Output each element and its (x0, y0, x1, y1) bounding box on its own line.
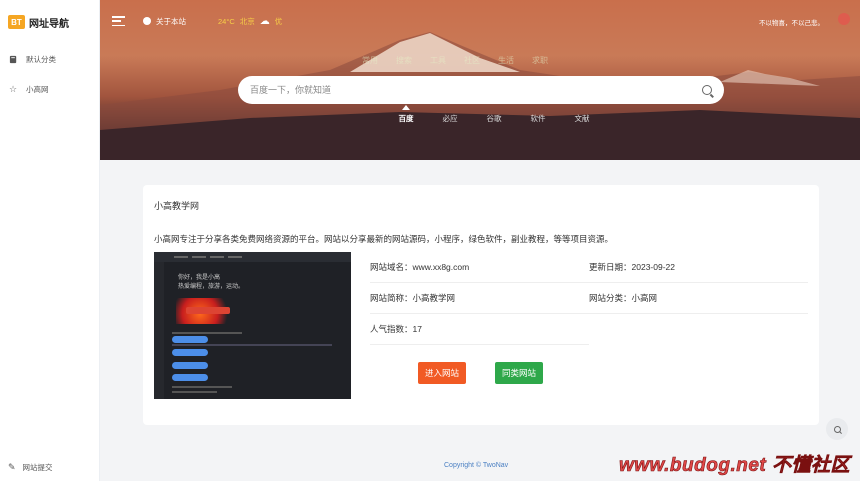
tab-engine-baidu[interactable]: 百度 (384, 105, 428, 124)
tab-engine-bing[interactable]: 必应 (428, 113, 472, 124)
update-label: 更新日期： (589, 262, 632, 272)
sidebar-item-submit-site[interactable]: ✎ 网站提交 (8, 462, 53, 473)
user-avatar-icon[interactable] (838, 13, 850, 25)
floating-search-button[interactable] (826, 418, 848, 440)
temperature: 24°C (218, 16, 235, 26)
popularity-label: 人气指数： (370, 324, 413, 334)
tab-engine-software[interactable]: 软件 (516, 113, 560, 124)
update-date: 2023-09-22 (631, 262, 675, 272)
sidebar-item-xiaogao[interactable]: ☆ 小高网 (0, 74, 99, 104)
watermark: www.budog.net 不懂社区 (619, 455, 850, 477)
popularity-value: 17 (412, 324, 422, 334)
about-link[interactable]: 关于本站 (143, 16, 186, 27)
tab-engine-google[interactable]: 谷歌 (472, 113, 516, 124)
menu-icon[interactable] (112, 16, 125, 26)
site-logo[interactable]: BT 网址导航 (0, 0, 99, 44)
similar-sites-button[interactable]: 同类网站 (495, 362, 544, 384)
thumb-logo-image (176, 298, 236, 324)
category-label: 网站分类： (589, 293, 632, 303)
search-icon[interactable] (702, 85, 712, 95)
top-bar: 关于本站 24°C 北京 ☁ 优 (100, 0, 860, 42)
book-icon (8, 54, 18, 64)
search-icon (833, 425, 841, 433)
search-engine-tabs: 百度 必应 谷歌 软件 文献 (384, 105, 604, 124)
cloud-icon: ☁ (259, 15, 270, 27)
tab-category-jobs[interactable]: 求职 (532, 55, 548, 66)
tab-category-community[interactable]: 社区 (464, 55, 480, 66)
tab-category-life[interactable]: 生活 (498, 55, 514, 66)
sidebar-item-label: 默认分类 (26, 54, 56, 64)
pencil-icon: ✎ (8, 462, 16, 472)
tab-category-tools[interactable]: 工具 (430, 55, 446, 66)
site-description: 小高网专注于分享各类免费网络资源的平台。网站以分享最新的网站源码，小程序，绿色软… (154, 234, 614, 244)
star-icon: ☆ (8, 83, 18, 94)
search-category-tabs: 常用 搜索 工具 社区 生活 求职 (362, 55, 548, 66)
logo-badge: BT (8, 15, 25, 29)
sidebar-item-default-category[interactable]: 默认分类 (0, 44, 99, 74)
tab-category-common[interactable]: 常用 (362, 55, 378, 66)
weather-widget[interactable]: 24°C 北京 ☁ 优 (218, 16, 282, 27)
enter-site-button[interactable]: 进入网站 (418, 362, 467, 384)
domain-label: 网站域名： (370, 262, 413, 272)
slogan: 不以物喜，不以己悲。 (759, 20, 824, 27)
city: 北京 (239, 16, 255, 26)
tab-engine-literature[interactable]: 文献 (560, 113, 604, 124)
hero-banner: 关于本站 24°C 北京 ☁ 优 不以物喜，不以己悲。 常用 搜索 工具 社区 … (100, 0, 860, 160)
thumb-greeting: 你好，我是小高 (178, 275, 221, 281)
short-name-label: 网站简称： (370, 293, 413, 303)
github-icon (143, 17, 151, 25)
thumb-subtitle: 热爱编程，旅游，运动。 (178, 284, 245, 290)
logo-text: 网址导航 (29, 18, 69, 30)
site-detail-card: 小高教学网 小高网专注于分享各类免费网络资源的平台。网站以分享最新的网站源码，小… (143, 185, 819, 425)
site-screenshot: 你好，我是小高 热爱编程，旅游，运动。 (154, 252, 351, 399)
about-label: 关于本站 (156, 16, 186, 26)
action-buttons: 进入网站 同类网站 (418, 362, 544, 384)
sidebar-item-label: 小高网 (26, 84, 49, 94)
search-box (238, 76, 724, 104)
site-title: 小高教学网 (154, 201, 200, 211)
category-value[interactable]: 小高网 (632, 293, 658, 303)
tab-category-search[interactable]: 搜索 (396, 55, 412, 66)
sidebar-item-label: 网站提交 (22, 463, 53, 472)
search-input[interactable] (250, 85, 702, 95)
air-quality: 优 (274, 16, 283, 26)
site-info: 网站域名：www.xx8g.com 更新日期：2023-09-22 网站简称：小… (370, 252, 808, 345)
sidebar: BT 网址导航 默认分类 ☆ 小高网 ✎ 网站提交 (0, 0, 100, 481)
short-name-value: 小高教学网 (412, 293, 456, 303)
footer-copyright[interactable]: Copyright © TwoNav (444, 462, 508, 469)
domain-value: www.xx8g.com (412, 262, 470, 272)
